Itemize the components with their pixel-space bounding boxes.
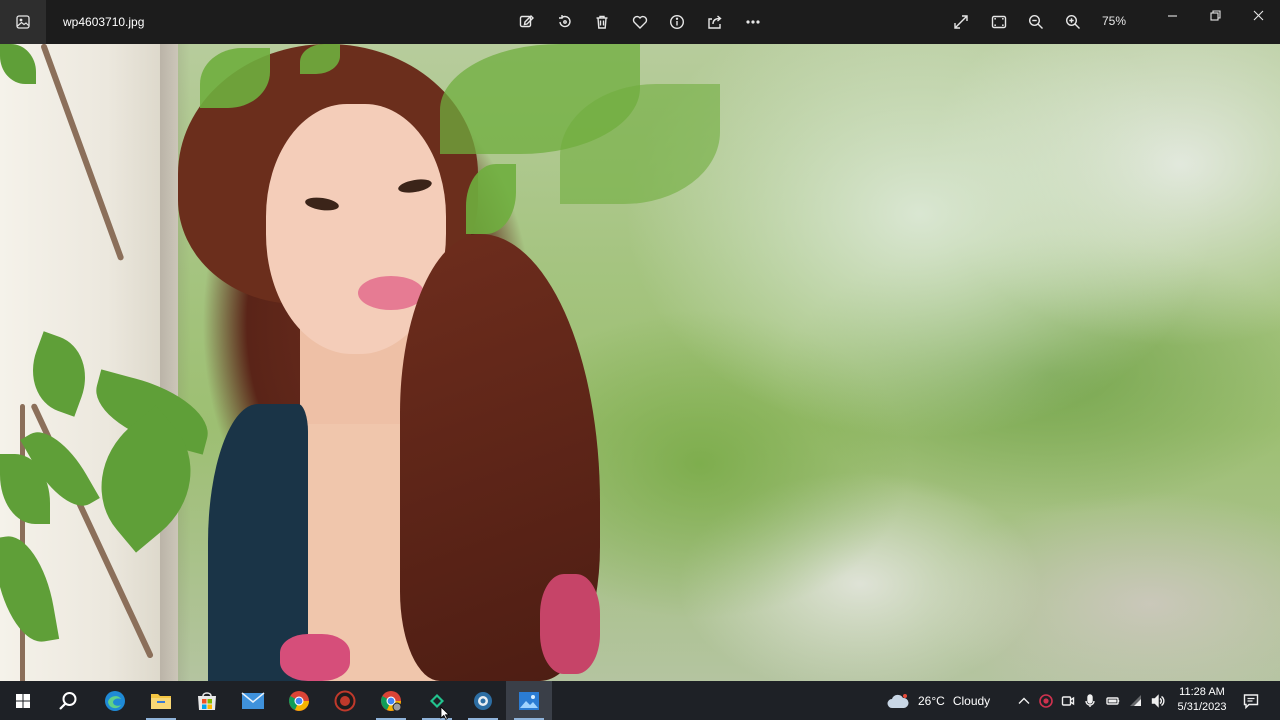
fullscreen-icon (954, 15, 968, 29)
tray-volume[interactable] (1147, 681, 1169, 720)
photo-canvas[interactable] (0, 44, 1280, 681)
camera-app-icon (474, 691, 492, 710)
notification-icon (1243, 693, 1259, 709)
close-icon (1253, 10, 1263, 20)
tray-battery[interactable] (1102, 681, 1124, 720)
more-button[interactable] (738, 7, 768, 37)
notification-center-button[interactable] (1236, 681, 1266, 720)
photos-app-icon (519, 691, 539, 710)
tray-red-circle-app[interactable] (1035, 681, 1057, 720)
weather-condition: Cloudy (952, 693, 991, 708)
photos-app-icon-button[interactable] (0, 0, 46, 44)
share-icon (708, 15, 722, 29)
file-explorer-icon (151, 693, 171, 709)
search-icon (59, 691, 77, 710)
restore-icon (1209, 9, 1221, 21)
taskbar-microsoft-store[interactable] (184, 681, 230, 720)
restore-button[interactable] (1193, 0, 1237, 30)
red-app-icon (334, 690, 356, 711)
zoom-out-button[interactable] (1021, 7, 1051, 37)
info-icon (669, 14, 685, 30)
delete-button[interactable] (587, 7, 617, 37)
delete-icon (596, 15, 608, 29)
volume-icon (1151, 693, 1165, 708)
cloudy-weather-icon (887, 693, 909, 708)
show-hidden-icons-button[interactable] (1013, 681, 1035, 720)
taskbar-green-app[interactable] (414, 681, 460, 720)
zoom-out-icon (1028, 14, 1043, 29)
system-clock[interactable]: 11:28 AM 5/31/2023 (1172, 685, 1232, 715)
start-button[interactable] (0, 681, 46, 720)
garment-pattern (540, 574, 600, 674)
taskbar-mail[interactable] (230, 681, 276, 720)
taskbar-photos-app[interactable] (506, 681, 552, 720)
tray-wifi[interactable] (1125, 681, 1147, 720)
rotate-button[interactable] (550, 7, 580, 37)
tray-meet-now[interactable] (1057, 681, 1079, 720)
chrome-profile-icon (381, 690, 402, 711)
minimize-button[interactable] (1150, 0, 1194, 30)
weather-temperature: 26°C (918, 693, 945, 708)
edit-image-button[interactable] (512, 7, 542, 37)
clock-time: 11:28 AM (1179, 686, 1225, 698)
wifi-icon (1130, 694, 1141, 706)
mouse-cursor-icon (440, 706, 450, 720)
edge-icon (105, 690, 125, 711)
taskbar-camera-app[interactable] (460, 681, 506, 720)
minimize-icon (1167, 14, 1177, 17)
fit-to-window-icon (991, 15, 1007, 29)
zoom-in-icon (1065, 14, 1080, 29)
taskbar-chrome-profile[interactable] (368, 681, 414, 720)
info-button[interactable] (662, 7, 692, 37)
battery-icon (1106, 696, 1120, 705)
zoom-level[interactable]: 75% (1102, 14, 1126, 28)
photos-app-icon (16, 15, 30, 29)
clock-date: 5/31/2023 (1177, 701, 1227, 713)
red-circle-app-icon (1039, 693, 1053, 708)
weather-widget[interactable]: 26°C Cloudy (886, 681, 990, 720)
microsoft-store-icon (198, 691, 216, 710)
file-name: wp4603710.jpg (63, 15, 145, 29)
favorite-button[interactable] (625, 7, 655, 37)
close-button[interactable] (1236, 0, 1280, 30)
windows-start-icon (16, 693, 30, 708)
taskbar-red-app[interactable] (322, 681, 368, 720)
fit-to-window-button[interactable] (984, 7, 1014, 37)
favorite-icon (632, 15, 648, 29)
title-bar: wp4603710.jpg 75% (0, 0, 1280, 44)
search-button[interactable] (45, 681, 91, 720)
share-button[interactable] (700, 7, 730, 37)
chevron-up-icon (1018, 697, 1030, 704)
tray-microphone[interactable] (1079, 681, 1101, 720)
photo-subject-lips (358, 276, 424, 310)
mail-icon (241, 691, 265, 709)
taskbar-chrome[interactable] (276, 681, 322, 720)
taskbar-edge[interactable] (92, 681, 138, 720)
garment-pattern (280, 634, 350, 681)
chrome-icon (289, 690, 309, 711)
taskbar-file-explorer[interactable] (138, 681, 184, 720)
edit-image-icon (519, 15, 534, 28)
more-icon (746, 20, 760, 24)
fullscreen-button[interactable] (946, 7, 976, 37)
rotate-icon (559, 15, 571, 28)
photos-app-window: wp4603710.jpg 75% 26°C Cloudy 11:28 AM 5… (0, 0, 1280, 720)
meet-now-icon (1061, 695, 1075, 706)
taskbar: 26°C Cloudy 11:28 AM 5/31/2023 (0, 681, 1280, 720)
zoom-in-button[interactable] (1058, 7, 1088, 37)
microphone-icon (1085, 693, 1095, 707)
